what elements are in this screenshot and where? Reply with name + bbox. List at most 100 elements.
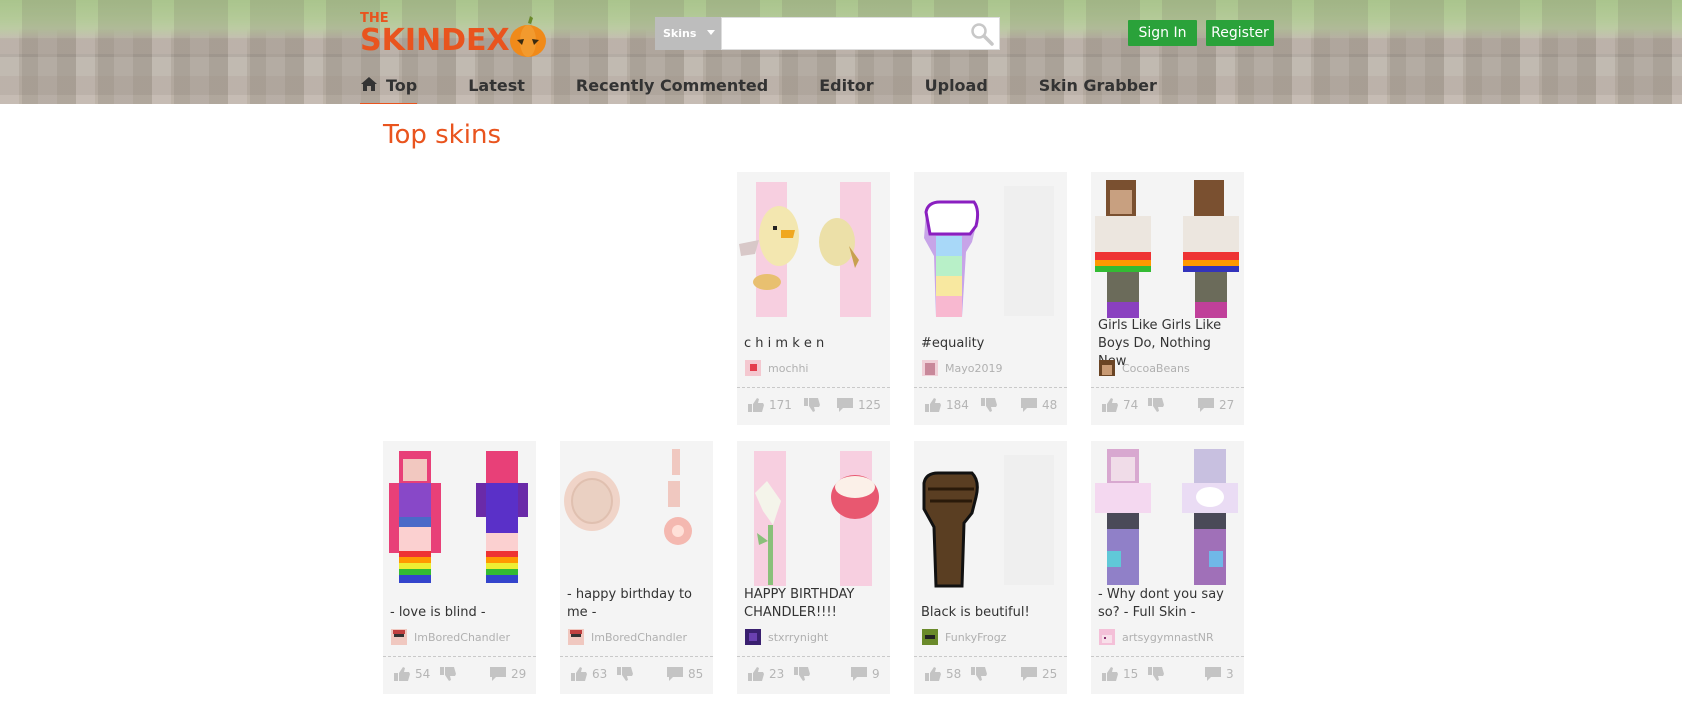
owner-name: Mayo2019 <box>945 361 1003 375</box>
dislike-button[interactable] <box>803 397 825 413</box>
comment-stat[interactable]: 29 <box>489 666 526 682</box>
comment-stat[interactable]: 27 <box>1197 397 1234 413</box>
like-stat[interactable]: 23 <box>747 666 784 682</box>
skin-owner[interactable]: stxrrynight <box>745 629 828 645</box>
skin-card[interactable]: HAPPY BIRTHDAY CHANDLER!!!! stxrrynight … <box>737 441 890 694</box>
avatar <box>568 629 584 645</box>
thumbs-down-icon <box>1148 398 1164 412</box>
like-stat[interactable]: 63 <box>570 666 607 682</box>
page-title: Top skins <box>383 120 501 150</box>
dislike-button[interactable] <box>616 666 638 682</box>
skin-preview-image <box>922 455 1054 588</box>
comment-stat[interactable]: 85 <box>666 666 703 682</box>
like-stat[interactable]: 184 <box>924 397 969 413</box>
skin-owner[interactable]: FunkyFrogz <box>922 629 1006 645</box>
pumpkin-icon <box>510 16 546 57</box>
like-count: 63 <box>592 667 608 681</box>
skin-card[interactable]: Black is beutiful! FunkyFrogz 58 25 <box>914 441 1067 694</box>
thumbs-up-icon <box>1102 398 1118 412</box>
skin-preview-image <box>389 451 528 583</box>
comment-count: 48 <box>1042 398 1058 412</box>
comment-stat[interactable]: 3 <box>1204 666 1234 682</box>
comment-icon <box>1021 667 1037 681</box>
search-input[interactable] <box>722 18 1003 51</box>
comment-stat[interactable]: 125 <box>836 397 881 413</box>
skin-title[interactable]: - Why dont you say so? - Full Skin - <box>1098 586 1243 622</box>
nav-editor[interactable]: Editor <box>819 70 873 104</box>
nav-label: Skin Grabber <box>1038 76 1157 95</box>
site-logo[interactable]: THE SKINDEX <box>360 12 546 58</box>
dislike-button[interactable] <box>970 666 992 682</box>
like-count: 23 <box>769 667 785 681</box>
skin-card[interactable]: - love is blind - ImBoredChandler 54 29 <box>383 441 536 694</box>
nav-recently-commented[interactable]: Recently Commented <box>576 70 768 104</box>
skin-card[interactable]: Girls Like Girls Like Boys Do, Nothing N… <box>1091 172 1244 425</box>
nav-skin-grabber[interactable]: Skin Grabber <box>1039 70 1157 104</box>
skin-stats: 74 27 <box>1091 387 1244 426</box>
skin-stats: 58 25 <box>914 656 1067 695</box>
skin-card[interactable]: #equality Mayo2019 184 48 <box>914 172 1067 425</box>
skin-title[interactable]: HAPPY BIRTHDAY CHANDLER!!!! <box>744 586 889 622</box>
logo-name-text: SKINDEX <box>360 23 510 58</box>
like-count: 58 <box>946 667 962 681</box>
skin-title[interactable]: #equality <box>921 335 1066 353</box>
nav-top[interactable]: Top <box>360 70 418 104</box>
nav-upload[interactable]: Upload <box>925 70 988 104</box>
thumbs-up-icon <box>571 667 587 681</box>
skin-owner[interactable]: ImBoredChandler <box>568 629 687 645</box>
comment-count: 3 <box>1226 667 1234 681</box>
main-nav: Top Latest Recently Commented Editor Upl… <box>360 70 1208 104</box>
comment-icon <box>837 398 853 412</box>
skin-title[interactable]: c h i m k e n <box>744 335 889 353</box>
skin-title[interactable]: - happy birthday to me - <box>567 586 712 622</box>
comment-count: 9 <box>872 667 880 681</box>
owner-name: FunkyFrogz <box>945 630 1007 644</box>
skin-owner[interactable]: mochhi <box>745 360 809 376</box>
skin-card[interactable]: - happy birthday to me - ImBoredChandler… <box>560 441 713 694</box>
comment-count: 85 <box>688 667 704 681</box>
skin-owner[interactable]: ImBoredChandler <box>391 629 510 645</box>
like-count: 15 <box>1123 667 1139 681</box>
like-stat[interactable]: 58 <box>924 666 961 682</box>
skin-stats: 23 9 <box>737 656 890 695</box>
dislike-button[interactable] <box>1147 666 1169 682</box>
skin-card[interactable]: c h i m k e n mochhi 171 125 <box>737 172 890 425</box>
comment-count: 27 <box>1219 398 1235 412</box>
avatar <box>1099 360 1115 376</box>
comment-stat[interactable]: 25 <box>1020 666 1057 682</box>
dislike-button[interactable] <box>980 397 1002 413</box>
nav-label: Upload <box>924 76 988 95</box>
comment-stat[interactable]: 48 <box>1020 397 1057 413</box>
thumbs-up-icon <box>394 667 410 681</box>
nav-latest[interactable]: Latest <box>468 70 525 104</box>
skin-owner[interactable]: artsygymnastNR <box>1099 629 1214 645</box>
like-count: 74 <box>1123 398 1139 412</box>
sign-in-button[interactable]: Sign In <box>1128 20 1197 46</box>
avatar <box>922 629 938 645</box>
like-stat[interactable]: 15 <box>1101 666 1138 682</box>
like-stat[interactable]: 74 <box>1101 397 1138 413</box>
skin-preview-image <box>564 449 692 545</box>
skin-title[interactable]: Black is beutiful! <box>921 604 1066 622</box>
like-stat[interactable]: 54 <box>393 666 430 682</box>
skin-card[interactable]: - Why dont you say so? - Full Skin - art… <box>1091 441 1244 694</box>
nav-label: Editor <box>819 76 874 95</box>
comment-stat[interactable]: 9 <box>850 666 880 682</box>
register-button[interactable]: Register <box>1206 20 1274 46</box>
like-stat[interactable]: 171 <box>747 397 792 413</box>
nav-label: Recently Commented <box>575 76 769 95</box>
home-icon <box>361 77 377 91</box>
dislike-button[interactable] <box>793 666 815 682</box>
search-icon[interactable] <box>970 22 994 46</box>
skin-owner[interactable]: CocoaBeans <box>1099 360 1190 376</box>
skin-preview-image <box>754 451 879 586</box>
comment-icon <box>667 667 683 681</box>
search-category-select[interactable]: Skins <box>655 17 721 50</box>
skin-preview-image <box>924 186 1054 317</box>
dislike-button[interactable] <box>439 666 461 682</box>
chevron-down-icon <box>707 30 715 35</box>
skin-owner[interactable]: Mayo2019 <box>922 360 1002 376</box>
dislike-button[interactable] <box>1147 397 1169 413</box>
comment-icon <box>1205 667 1221 681</box>
skin-title[interactable]: - love is blind - <box>390 604 535 622</box>
